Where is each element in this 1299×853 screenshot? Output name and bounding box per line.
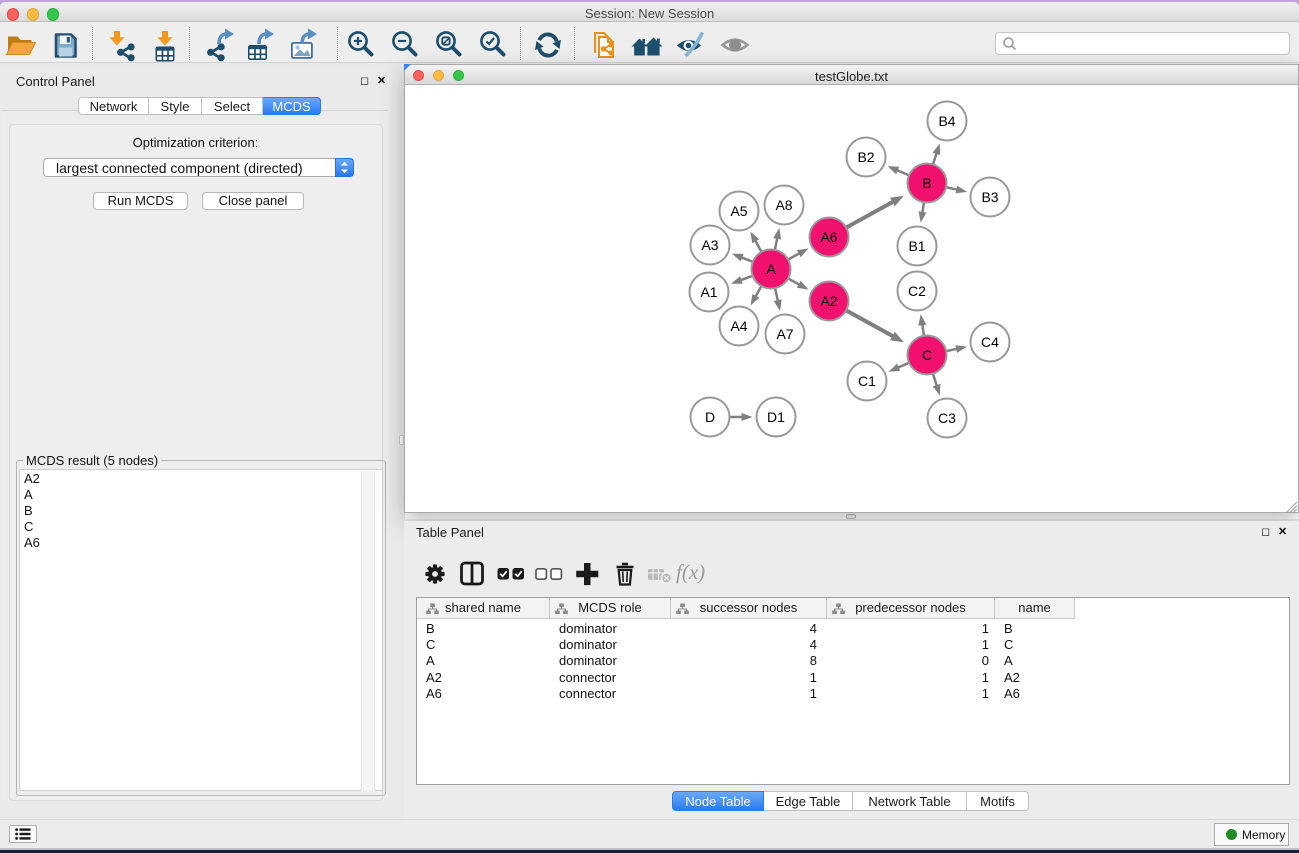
svg-text:A1: A1: [700, 284, 717, 300]
svg-text:C1: C1: [858, 373, 876, 389]
svg-text:D1: D1: [767, 409, 785, 425]
svg-text:A: A: [766, 261, 776, 277]
svg-text:B3: B3: [981, 189, 998, 205]
svg-text:C: C: [922, 347, 932, 363]
svg-text:A7: A7: [776, 326, 793, 342]
svg-text:B2: B2: [857, 149, 874, 165]
svg-text:A6: A6: [820, 229, 837, 245]
svg-text:A3: A3: [701, 237, 718, 253]
svg-text:A2: A2: [820, 293, 837, 309]
svg-text:C2: C2: [908, 283, 926, 299]
svg-text:B4: B4: [938, 113, 955, 129]
svg-text:A5: A5: [730, 203, 747, 219]
svg-text:A8: A8: [775, 197, 792, 213]
svg-text:C4: C4: [981, 334, 999, 350]
svg-text:A4: A4: [730, 318, 747, 334]
svg-text:C3: C3: [938, 410, 956, 426]
svg-text:B1: B1: [908, 238, 925, 254]
svg-text:D: D: [705, 409, 715, 425]
svg-text:B: B: [922, 175, 931, 191]
